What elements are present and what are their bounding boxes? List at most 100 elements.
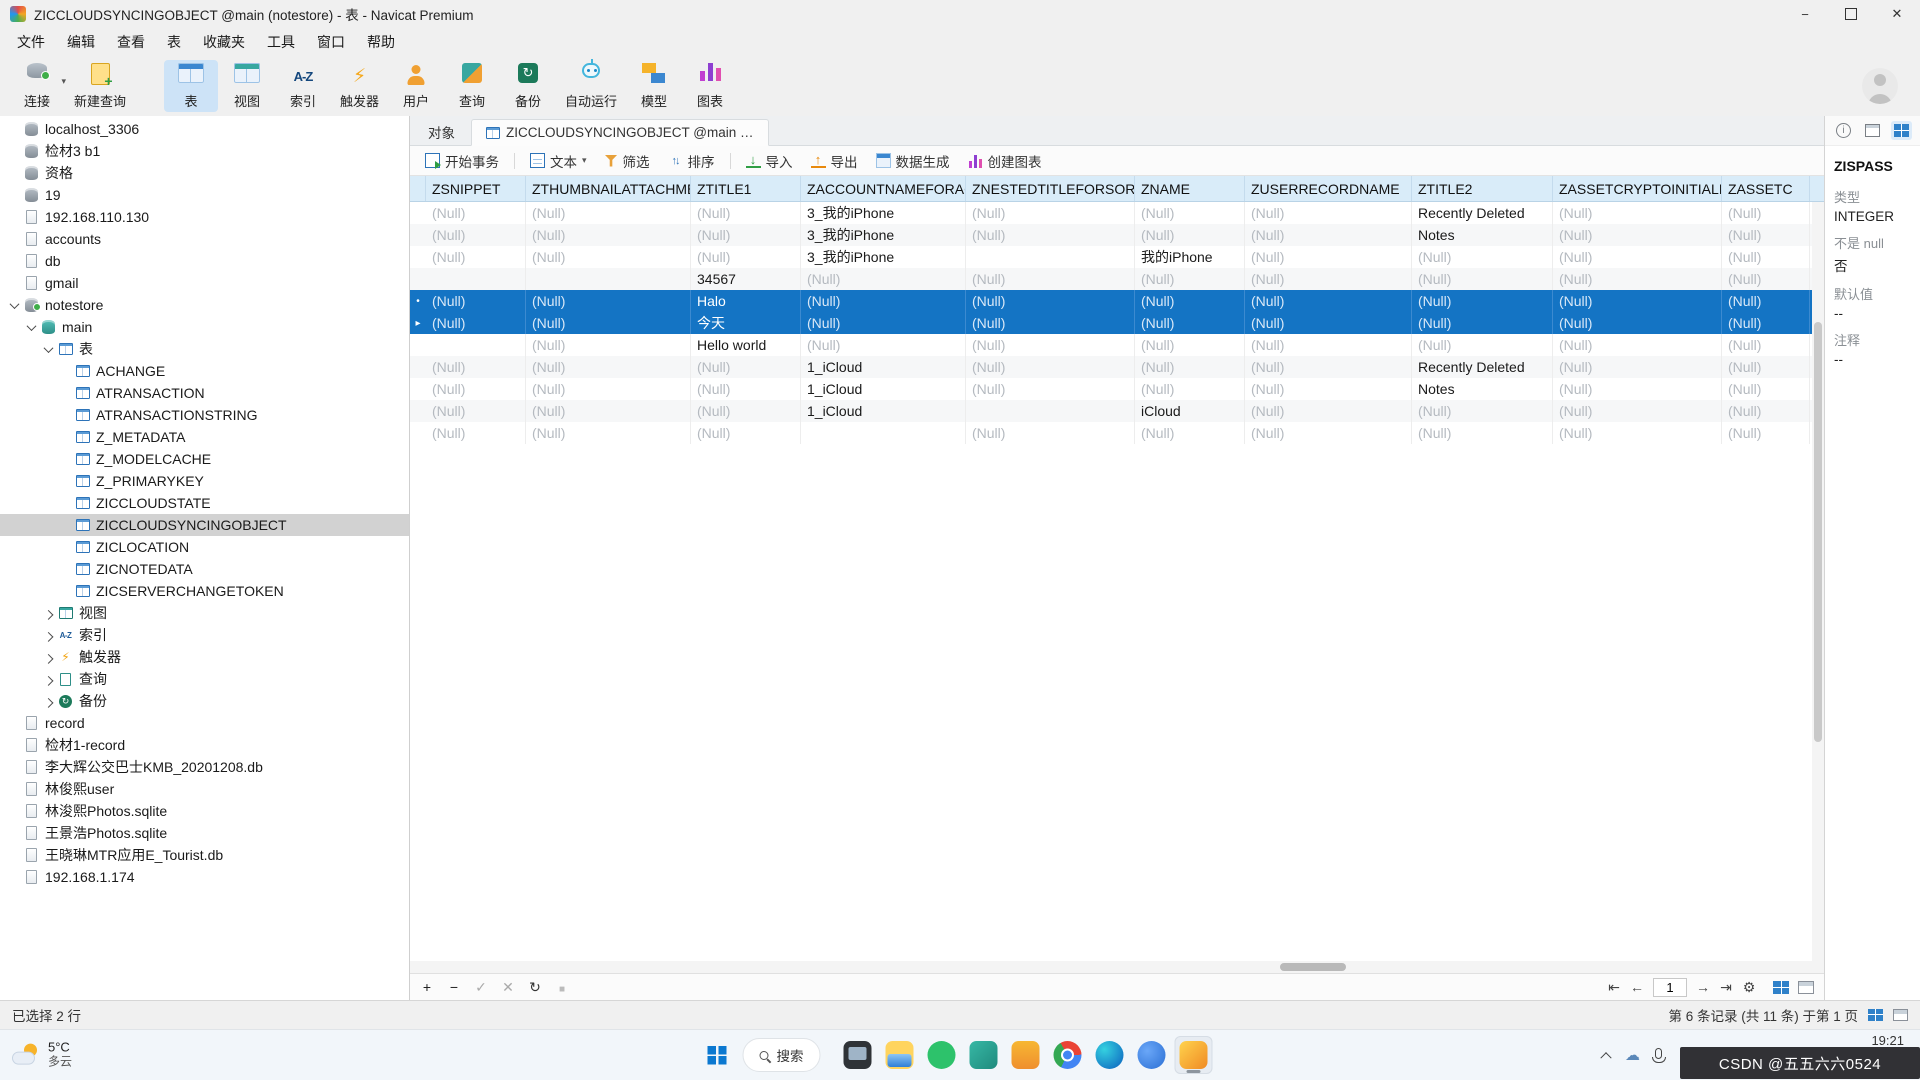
sidebar-item[interactable]: 林浚熙Photos.sqlite: [0, 800, 409, 822]
table-cell[interactable]: (Null): [1722, 312, 1810, 334]
table-cell[interactable]: (Null): [1553, 268, 1722, 290]
table-cell[interactable]: (Null): [526, 290, 691, 312]
taskbar-app-monitor[interactable]: [839, 1036, 877, 1074]
page-settings-button[interactable]: [1742, 979, 1756, 996]
table-cell[interactable]: (Null): [1135, 290, 1245, 312]
column-header[interactable]: ZNESTEDTITLEFORSORTIN: [966, 176, 1135, 201]
table-row[interactable]: •(Null)(Null)Halo(Null)(Null)(Null)(Null…: [410, 290, 1812, 312]
sidebar-item[interactable]: accounts: [0, 228, 409, 250]
table-cell[interactable]: (Null): [801, 312, 966, 334]
table-cell[interactable]: (Null): [801, 290, 966, 312]
status-form-icon[interactable]: [1893, 1009, 1908, 1021]
taskbar-app-orange-app[interactable]: [1007, 1036, 1045, 1074]
table-cell[interactable]: (Null): [526, 224, 691, 246]
sidebar-item[interactable]: ZICNOTEDATA: [0, 558, 409, 580]
table-cell[interactable]: (Null): [1245, 356, 1412, 378]
toolbar-trigger-button[interactable]: ⚡触发器: [332, 60, 387, 112]
sidebar-item[interactable]: Z_MODELCACHE: [0, 448, 409, 470]
table-cell[interactable]: (Null): [1245, 334, 1412, 356]
table-row[interactable]: (Null)(Null)(Null)3_我的iPhone我的iPhone(Nul…: [410, 246, 1812, 268]
refresh-button[interactable]: [528, 979, 542, 996]
table-cell[interactable]: (Null): [1412, 246, 1553, 268]
minimize-button[interactable]: [1782, 0, 1828, 28]
sidebar-item[interactable]: A-Z索引: [0, 624, 409, 646]
table-row[interactable]: (Null)(Null)(Null)(Null)(Null)(Null)(Nul…: [410, 422, 1812, 444]
sidebar-item[interactable]: ATRANSACTION: [0, 382, 409, 404]
discard-changes-button[interactable]: [501, 979, 515, 996]
stop-button[interactable]: [555, 979, 569, 995]
toolbar-index-button[interactable]: A-Z索引: [276, 60, 330, 112]
grid-view-toggle-icon[interactable]: [1773, 981, 1789, 994]
taskbar-app-blue-app[interactable]: [1133, 1036, 1171, 1074]
table-cell[interactable]: (Null): [1553, 334, 1722, 356]
sidebar-item[interactable]: record: [0, 712, 409, 734]
table-cell[interactable]: (Null): [1722, 422, 1810, 444]
column-header[interactable]: ZSNIPPET: [426, 176, 526, 201]
table-cell[interactable]: [426, 334, 526, 356]
sidebar-item[interactable]: 192.168.110.130: [0, 206, 409, 228]
sidebar-item[interactable]: ATRANSACTIONSTRING: [0, 404, 409, 426]
sort-button[interactable]: ↑↓排序: [661, 148, 722, 174]
table-cell[interactable]: (Null): [1722, 356, 1810, 378]
table-cell[interactable]: 3_我的iPhone: [801, 202, 966, 224]
sidebar-item[interactable]: ACHANGE: [0, 360, 409, 382]
toolbar-automation-button[interactable]: 自动运行: [557, 60, 625, 112]
tree-expand-icon[interactable]: [40, 632, 56, 639]
table-cell[interactable]: (Null): [1412, 400, 1553, 422]
table-cell[interactable]: [966, 400, 1135, 422]
sidebar-item[interactable]: 192.168.1.174: [0, 866, 409, 888]
page-number-input[interactable]: [1653, 978, 1687, 997]
table-cell[interactable]: 1_iCloud: [801, 378, 966, 400]
table-cell[interactable]: (Null): [691, 246, 801, 268]
sidebar-item[interactable]: 视图: [0, 602, 409, 624]
info-icon[interactable]: [1833, 120, 1854, 141]
table-cell[interactable]: (Null): [1722, 202, 1810, 224]
table-cell[interactable]: (Null): [691, 378, 801, 400]
table-cell[interactable]: (Null): [691, 202, 801, 224]
taskbar-app-navicat[interactable]: [1175, 1036, 1213, 1074]
table-cell[interactable]: (Null): [1553, 290, 1722, 312]
sidebar-item[interactable]: 检材3 b1: [0, 140, 409, 162]
table-cell[interactable]: (Null): [966, 224, 1135, 246]
table-cell[interactable]: (Null): [526, 334, 691, 356]
table-cell[interactable]: (Null): [1135, 312, 1245, 334]
toolbar-query-button[interactable]: 查询: [445, 60, 499, 112]
sidebar-item[interactable]: 资格: [0, 162, 409, 184]
sidebar-item[interactable]: ZICSERVERCHANGETOKEN: [0, 580, 409, 602]
table-cell[interactable]: (Null): [426, 202, 526, 224]
column-header[interactable]: ZTITLE2: [1412, 176, 1553, 201]
table-cell[interactable]: (Null): [1412, 268, 1553, 290]
menu-item[interactable]: 工具: [256, 28, 306, 56]
sidebar-item[interactable]: ZICCLOUDSYNCINGOBJECT: [0, 514, 409, 536]
maximize-button[interactable]: [1828, 0, 1874, 28]
menu-item[interactable]: 收藏夹: [192, 28, 256, 56]
table-cell[interactable]: 3_我的iPhone: [801, 224, 966, 246]
create-chart-button[interactable]: 创建图表: [961, 148, 1049, 174]
table-cell[interactable]: (Null): [1553, 400, 1722, 422]
table-cell[interactable]: [966, 246, 1135, 268]
horizontal-scrollbar-thumb[interactable]: [1280, 963, 1346, 971]
table-cell[interactable]: (Null): [1412, 290, 1553, 312]
table-cell[interactable]: (Null): [1135, 422, 1245, 444]
column-header[interactable]: ZNAME: [1135, 176, 1245, 201]
sidebar-item[interactable]: 19: [0, 184, 409, 206]
table-cell[interactable]: (Null): [1135, 334, 1245, 356]
tray-cloud-icon[interactable]: [1625, 1046, 1640, 1064]
table-cell[interactable]: (Null): [1245, 378, 1412, 400]
tree-expand-icon[interactable]: [40, 654, 56, 661]
sidebar-item[interactable]: main: [0, 316, 409, 338]
tray-chevron-icon[interactable]: [1600, 1052, 1611, 1063]
column-header[interactable]: ZUSERRECORDNAME: [1245, 176, 1412, 201]
table-cell[interactable]: (Null): [426, 224, 526, 246]
taskbar-app-chrome[interactable]: [1049, 1036, 1087, 1074]
add-record-button[interactable]: [420, 979, 434, 995]
table-cell[interactable]: Notes: [1412, 224, 1553, 246]
table-cell[interactable]: (Null): [1412, 422, 1553, 444]
column-header[interactable]: ZTITLE1: [691, 176, 801, 201]
sidebar-item[interactable]: notestore: [0, 294, 409, 316]
table-cell[interactable]: (Null): [1245, 312, 1412, 334]
column-header[interactable]: ZTHUMBNAILATTACHMEI: [526, 176, 691, 201]
table-cell[interactable]: (Null): [1722, 224, 1810, 246]
text-button[interactable]: 文本▾: [523, 148, 594, 174]
table-cell[interactable]: (Null): [1412, 312, 1553, 334]
